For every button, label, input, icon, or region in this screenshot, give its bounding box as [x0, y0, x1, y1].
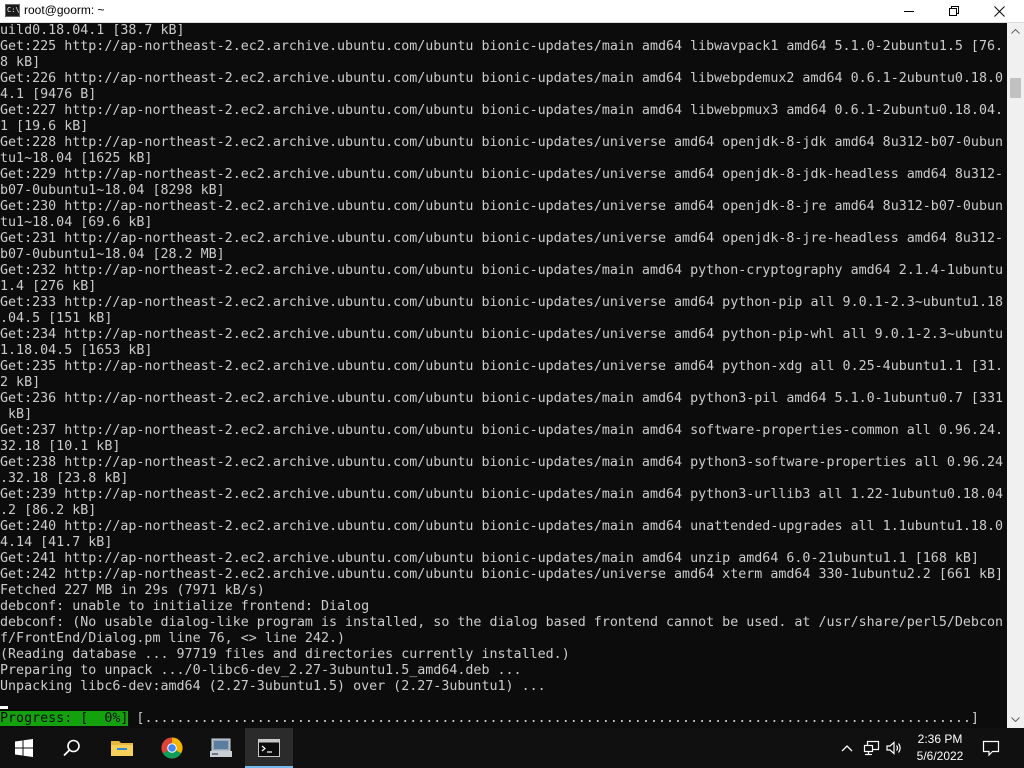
taskbar: 2:36 PM 5/6/2022	[0, 728, 1024, 768]
server-manager-button[interactable]	[197, 728, 245, 768]
window-title: root@goorm: ~	[24, 3, 105, 17]
terminal-line: Get:228 http://ap-northeast-2.ec2.archiv…	[0, 135, 1004, 150]
restore-icon	[949, 6, 959, 16]
scroll-down-arrow[interactable]	[1007, 711, 1024, 728]
clock[interactable]: 2:36 PM 5/6/2022	[905, 731, 975, 765]
terminal-line: 1 [19.6 kB]	[0, 119, 89, 134]
volume-tray-button[interactable]	[885, 738, 905, 758]
terminal-line: .32.18 [23.8 kB]	[0, 471, 129, 486]
terminal-line: Get:237 http://ap-northeast-2.ec2.archiv…	[0, 423, 1004, 438]
terminal-line: .04.5 [151 kB]	[0, 311, 113, 326]
chevron-down-icon	[1011, 717, 1020, 722]
restore-button[interactable]	[931, 0, 977, 22]
action-center-button[interactable]	[981, 738, 1001, 758]
scroll-up-arrow[interactable]	[1007, 23, 1024, 40]
chrome-button[interactable]	[148, 728, 196, 768]
close-icon	[993, 5, 1005, 17]
terminal-line: 4.1 [9476 B]	[0, 87, 97, 102]
terminal-line: (Reading database ... 97719 files and di…	[0, 647, 570, 662]
terminal-line: Get:227 http://ap-northeast-2.ec2.archiv…	[0, 103, 1004, 118]
terminal-line: Fetched 227 MB in 29s (7971 kB/s)	[0, 583, 265, 598]
folder-icon	[111, 741, 133, 756]
terminal-line: tu1~18.04 [69.6 kB]	[0, 215, 153, 230]
chevron-up-icon	[841, 745, 853, 752]
terminal-line: Get:231 http://ap-northeast-2.ec2.archiv…	[0, 231, 1004, 246]
terminal-line: f/FrontEnd/Dialog.pm line 76, <> line 24…	[0, 631, 346, 646]
terminal-line: b07-0ubuntu1~18.04 [8298 kB]	[0, 183, 225, 198]
search-icon	[63, 739, 80, 757]
title-bar[interactable]: C:\ root@goorm: ~	[0, 0, 1024, 23]
file-explorer-button[interactable]	[98, 728, 146, 768]
chrome-icon	[161, 737, 183, 759]
terminal-line: uild0.18.04.1 [38.7 kB]	[0, 23, 185, 38]
text-cursor	[0, 706, 8, 709]
network-icon	[863, 740, 880, 756]
terminal-line: Get:242 http://ap-northeast-2.ec2.archiv…	[0, 567, 1004, 582]
clock-date: 5/6/2022	[916, 749, 964, 763]
progress-label: Progress: [ 0%]	[0, 711, 129, 726]
terminal-line: 1.4 [276 kB]	[0, 279, 97, 294]
terminal-line: 32.18 [10.1 kB]	[0, 439, 121, 454]
terminal-line: Get:235 http://ap-northeast-2.ec2.archiv…	[0, 359, 1004, 374]
terminal-line: 4.14 [41.7 kB]	[0, 535, 113, 550]
terminal-line: 1.18.04.5 [1653 kB]	[0, 343, 153, 358]
terminal-line: Get:234 http://ap-northeast-2.ec2.archiv…	[0, 327, 1004, 342]
terminal-line: Get:232 http://ap-northeast-2.ec2.archiv…	[0, 263, 1004, 278]
command-prompt-button[interactable]	[245, 728, 293, 768]
terminal-line: 8 kB]	[0, 55, 41, 70]
terminal-line: 2 kB]	[0, 375, 41, 390]
terminal-line: Get:241 http://ap-northeast-2.ec2.archiv…	[0, 551, 979, 566]
terminal-line: .2 [86.2 kB]	[0, 503, 97, 518]
terminal-line: debconf: unable to initialize frontend: …	[0, 599, 370, 614]
terminal-line: Get:238 http://ap-northeast-2.ec2.archiv…	[0, 455, 1004, 470]
terminal-lines: uild0.18.04.1 [38.7 kB] Get:225 http://ap…	[0, 23, 1003, 695]
show-hidden-icons-button[interactable]	[837, 738, 857, 758]
terminal-line: Get:240 http://ap-northeast-2.ec2.archiv…	[0, 519, 1004, 534]
network-tray-button[interactable]	[862, 738, 882, 758]
terminal-line: Get:226 http://ap-northeast-2.ec2.archiv…	[0, 71, 1004, 86]
minimize-button[interactable]	[886, 0, 932, 22]
close-button[interactable]	[976, 0, 1022, 22]
chevron-up-icon	[1011, 29, 1020, 34]
terminal-line: Get:236 http://ap-northeast-2.ec2.archiv…	[0, 391, 1004, 406]
terminal-line: tu1~18.04 [1625 kB]	[0, 151, 153, 166]
progress-bar: [.......................................…	[128, 711, 979, 726]
terminal-line: Get:225 http://ap-northeast-2.ec2.archiv…	[0, 39, 1004, 54]
start-button[interactable]	[0, 728, 48, 768]
scroll-thumb[interactable]	[1010, 78, 1021, 98]
console-app-icon[interactable]: C:\	[5, 4, 20, 17]
terminal-line: Unpacking libc6-dev:amd64 (2.27-3ubuntu1…	[0, 679, 546, 694]
terminal-line: Get:233 http://ap-northeast-2.ec2.archiv…	[0, 295, 1004, 310]
minimize-icon	[904, 11, 914, 12]
terminal-icon	[258, 739, 280, 757]
search-button[interactable]	[48, 728, 96, 768]
terminal-line: Get:229 http://ap-northeast-2.ec2.archiv…	[0, 167, 1004, 182]
terminal-line: debconf: (No usable dialog-like program …	[0, 615, 1004, 630]
vertical-scrollbar[interactable]	[1007, 23, 1024, 728]
notification-icon	[982, 740, 1000, 757]
progress-row: Progress: [ 0%] [.......................…	[0, 711, 1007, 727]
speaker-icon	[886, 741, 901, 755]
terminal-line: kB]	[0, 407, 33, 422]
clock-time: 2:36 PM	[917, 732, 963, 746]
terminal-line: Get:239 http://ap-northeast-2.ec2.archiv…	[0, 487, 1004, 502]
windows-logo-icon	[15, 739, 33, 757]
server-manager-icon	[210, 738, 232, 757]
terminal-output[interactable]: uild0.18.04.1 [38.7 kB] Get:225 http://ap…	[0, 23, 1007, 728]
terminal-line: Preparing to unpack .../0-libc6-dev_2.27…	[0, 663, 522, 678]
terminal-line: Get:230 http://ap-northeast-2.ec2.archiv…	[0, 199, 1004, 214]
terminal-line: b07-0ubuntu1~18.04 [28.2 MB]	[0, 247, 225, 262]
